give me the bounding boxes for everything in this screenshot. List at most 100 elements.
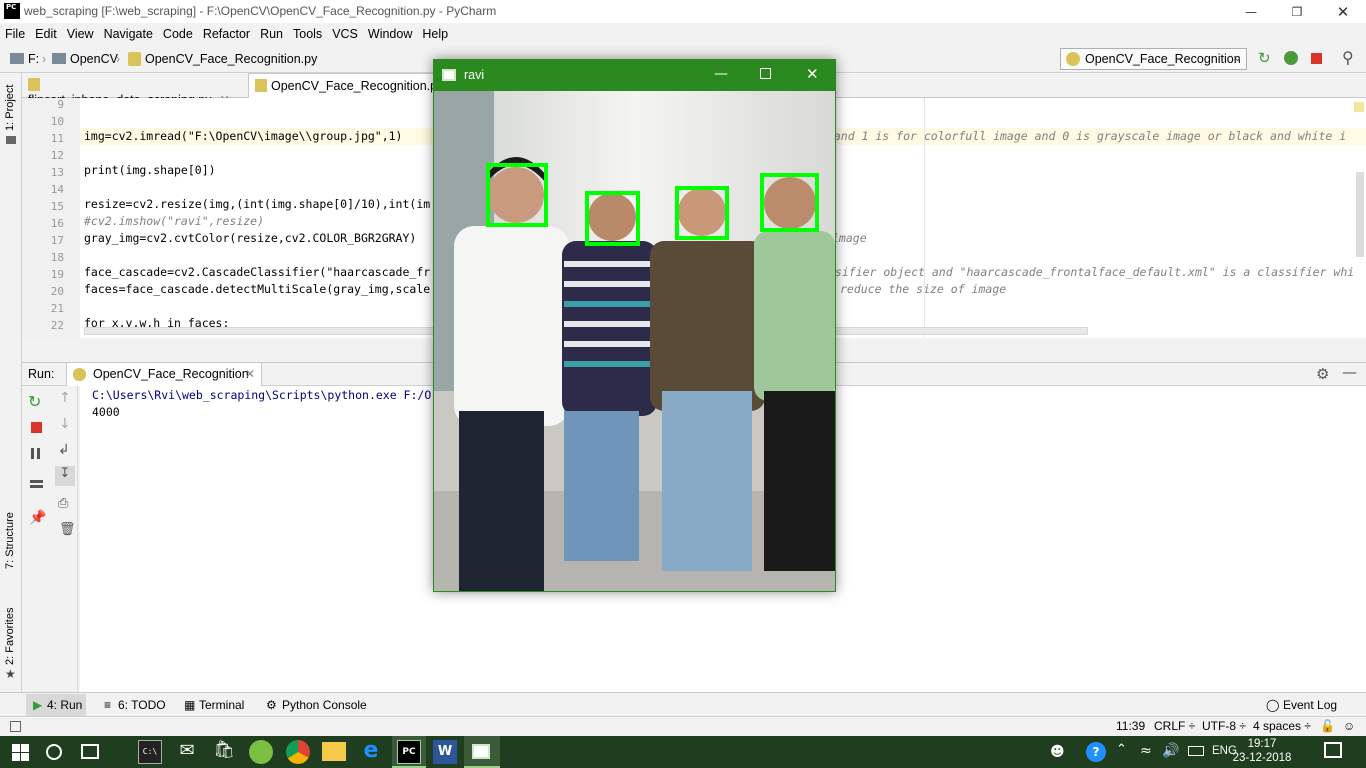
chevron-up-icon[interactable]: ⌃ (1116, 742, 1127, 757)
rerun-icon[interactable]: ↻ (28, 392, 41, 411)
caret-position[interactable]: 11:39 (1116, 719, 1145, 733)
tab-todo[interactable]: 6: TODO (118, 698, 166, 712)
line-number: 22 (50, 319, 64, 332)
menu-window[interactable]: Window (363, 27, 417, 41)
menu-refactor[interactable]: Refactor (198, 27, 255, 41)
toggle-tool-windows-icon[interactable] (10, 721, 21, 732)
menu-view[interactable]: View (62, 27, 99, 41)
cmd-icon[interactable]: C:\ (138, 740, 162, 764)
file-encoding[interactable]: UTF-8 ÷ (1202, 719, 1246, 733)
line-number: 16 (50, 217, 64, 230)
line-number: 13 (50, 166, 64, 179)
face-detection-image (434, 91, 835, 591)
tab-run[interactable]: 4: Run (47, 698, 82, 712)
up-arrow-icon[interactable]: ↑ (59, 390, 71, 406)
line-number: 10 (50, 115, 64, 128)
breadcrumb-drive[interactable]: F: (28, 52, 39, 66)
windows-start-icon[interactable] (12, 744, 29, 761)
print-icon[interactable]: ⎙ (58, 496, 68, 511)
menu-tools[interactable]: Tools (288, 27, 327, 41)
maximize-button[interactable] (760, 68, 771, 79)
trash-icon[interactable]: 🗑 (59, 522, 76, 537)
opencv-title-bar[interactable]: ravi — ✕ (434, 60, 835, 91)
stop-icon[interactable] (31, 422, 42, 433)
line-number: 21 (50, 302, 64, 315)
menu-help[interactable]: Help (417, 27, 453, 41)
search-everywhere-icon[interactable]: ⚲ (1342, 48, 1354, 67)
mail-icon[interactable]: ✉ (175, 740, 199, 764)
breadcrumb-folder[interactable]: OpenCV (70, 52, 118, 66)
wifi-icon[interactable]: ≈ (1140, 743, 1152, 759)
help-icon[interactable]: ? (1086, 742, 1106, 762)
favorites-tool-tab[interactable]: 2: Favorites (4, 608, 16, 665)
run-panel-label: Run: (28, 367, 55, 381)
stop-icon[interactable] (1311, 53, 1322, 64)
menu-code[interactable]: Code (158, 27, 198, 41)
menu-run[interactable]: Run (255, 27, 288, 41)
lock-icon[interactable]: 🔓 (1320, 719, 1335, 733)
settings-gear-icon[interactable]: ⚙ (1316, 365, 1329, 383)
menu-file[interactable]: File (0, 27, 30, 41)
search-icon[interactable] (46, 744, 62, 760)
word-icon[interactable]: W (433, 740, 457, 764)
down-arrow-icon[interactable]: ↓ (59, 416, 71, 432)
debug-icon[interactable] (1284, 51, 1298, 65)
people-icon[interactable]: ☻ (1050, 744, 1065, 760)
task-view-icon[interactable] (81, 744, 99, 759)
rerun-icon[interactable]: ↻ (1258, 50, 1274, 66)
minimize-button[interactable]: — (1228, 0, 1274, 23)
battery-icon[interactable] (1188, 746, 1204, 756)
soft-wrap-icon[interactable]: ↲ (58, 442, 70, 458)
run-tab[interactable]: OpenCV_Face_Recognition ✕ (66, 363, 262, 386)
close-button[interactable]: ✕ (806, 65, 819, 83)
edge-icon[interactable]: e (359, 740, 383, 764)
indent-setting[interactable]: 4 spaces ÷ (1253, 719, 1311, 733)
pin-icon[interactable]: 📌 (29, 510, 46, 526)
tab-flipcart[interactable]: flipcart_iphone_data_scraping.py✕ (28, 73, 244, 107)
project-tool-tab[interactable]: 1: Project (4, 85, 16, 131)
run-configuration-select[interactable]: OpenCV_Face_Recognition ⌄ (1060, 48, 1247, 70)
close-button[interactable]: ✕ (1320, 0, 1366, 23)
utorrent-icon[interactable] (249, 740, 273, 764)
minimize-button[interactable]: — (714, 66, 728, 82)
line-number-gutter: 9 10 11 12 13 14 15 16 17 18 19 20 21 22 (22, 98, 80, 338)
folder-icon (52, 53, 66, 64)
folder-icon (6, 136, 16, 144)
breadcrumb-file[interactable]: OpenCV_Face_Recognition.py (145, 52, 317, 66)
maximize-button[interactable]: ❐ (1274, 0, 1320, 23)
inspector-icon[interactable]: ☺ (1343, 719, 1355, 733)
hide-panel-icon[interactable]: — (1342, 363, 1357, 381)
pause-icon[interactable] (31, 448, 34, 459)
store-icon[interactable]: 🛍 (212, 740, 236, 764)
line-separator[interactable]: CRLF ÷ (1154, 719, 1195, 733)
pycharm-taskbar-icon[interactable]: PC (397, 740, 421, 764)
line-number: 11 (50, 132, 64, 145)
windows-taskbar: C:\ ✉ 🛍 e PC W ☻ ? ⌃ ≈ 🔊 ENG (0, 736, 1366, 768)
structure-tool-tab[interactable]: 7: Structure (4, 512, 16, 569)
line-number: 14 (50, 183, 64, 196)
window-icon (442, 69, 456, 81)
menu-edit[interactable]: Edit (30, 27, 62, 41)
vertical-scrollbar[interactable] (1356, 172, 1364, 257)
chrome-icon[interactable] (286, 740, 310, 764)
scroll-to-end-icon[interactable]: ↧ (55, 466, 75, 486)
menu-vcs[interactable]: VCS (327, 27, 363, 41)
comment-line-11: y and 1 is for colorfull image and 0 is … (820, 129, 1347, 143)
notification-icon[interactable] (1324, 742, 1342, 758)
volume-icon[interactable]: 🔊 (1162, 743, 1179, 759)
line-number: 12 (50, 149, 64, 162)
tab-terminal[interactable]: Terminal (199, 698, 244, 712)
tab-face-recognition[interactable]: OpenCV_Face_Recognition.py (248, 73, 448, 98)
line-number: 15 (50, 200, 64, 213)
menu-navigate[interactable]: Navigate (99, 27, 158, 41)
file-explorer-icon[interactable] (322, 742, 346, 761)
close-tab-icon[interactable]: ✕ (245, 367, 255, 381)
clock[interactable]: 19:17 23-12-2018 (1232, 737, 1292, 765)
layout-icon[interactable] (30, 480, 43, 488)
python-console-icon: ⚙ (266, 698, 277, 712)
run-icon: ▶ (33, 698, 43, 712)
opencv-window-icon[interactable] (472, 744, 490, 759)
tab-python-console[interactable]: Python Console (282, 698, 367, 712)
opencv-image-window[interactable]: ravi — ✕ (433, 59, 836, 592)
event-log-button[interactable]: Event Log (1283, 698, 1337, 712)
